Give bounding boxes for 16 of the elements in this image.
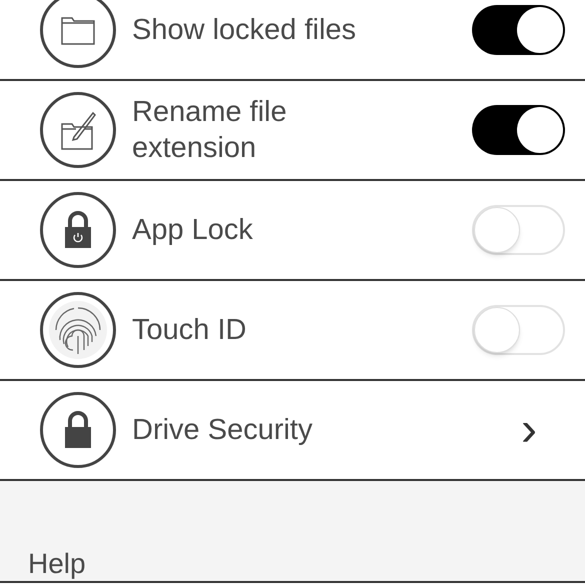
folder-pencil-icon	[60, 110, 96, 150]
toggle-switch[interactable]	[472, 305, 565, 355]
padlock-icon	[63, 411, 93, 449]
fingerprint-icon	[48, 300, 108, 360]
toggle-switch[interactable]	[472, 105, 565, 155]
setting-label: Drive Security	[132, 413, 314, 448]
toggle-switch[interactable]	[472, 5, 565, 55]
chevron-icon[interactable]: ›	[521, 406, 537, 454]
section-header: Help	[28, 547, 86, 581]
setting-label: App Lock	[132, 213, 254, 248]
padlock-power-icon	[63, 211, 93, 249]
setting-label: Touch ID	[132, 313, 248, 348]
toggle-switch[interactable]	[472, 205, 565, 255]
folder-icon	[61, 15, 95, 45]
setting-label: Show locked files	[132, 13, 358, 48]
setting-label: Rename file extension	[132, 95, 288, 166]
